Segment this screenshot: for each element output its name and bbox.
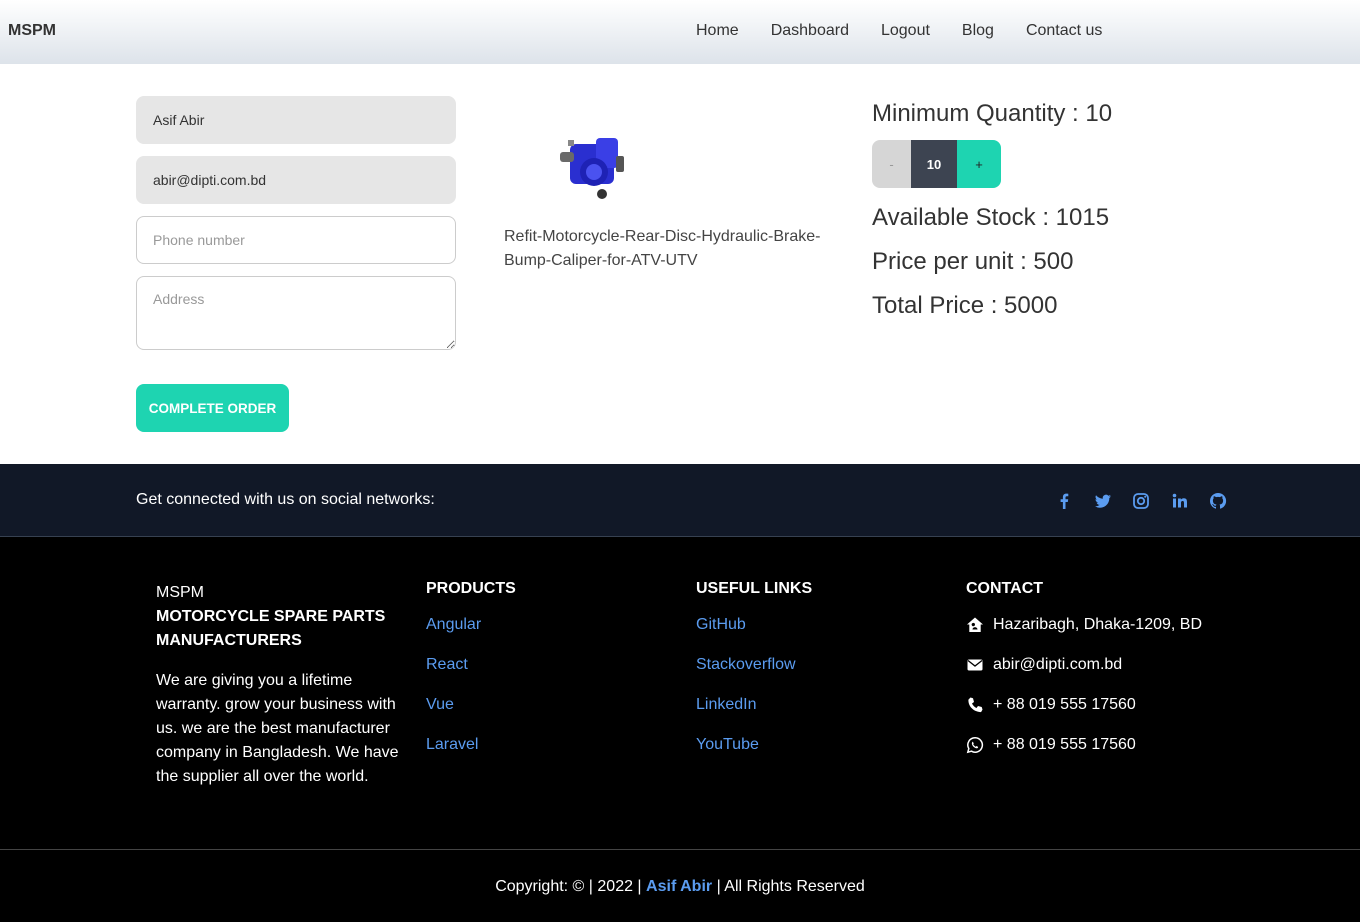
contact-whatsapp-text: + 88 019 555 17560 <box>993 736 1136 753</box>
footer-brand-column: MSPM MOTORCYCLE SPARE PARTS MANUFACTURER… <box>156 581 401 789</box>
footer-useful-links-column: USEFUL LINKS GitHub Stackoverflow Linked… <box>696 581 812 773</box>
product-name: Refit-Motorcycle-Rear-Disc-Hydraulic-Bra… <box>504 228 821 269</box>
quantity-stepper: - 10 + <box>872 140 1001 188</box>
email-field[interactable] <box>136 156 456 204</box>
phone-icon <box>966 696 984 714</box>
footer-useful-links-heading: USEFUL LINKS <box>696 580 813 597</box>
contact-address: Hazaribagh, Dhaka-1209, BD <box>966 613 1202 637</box>
increase-quantity-button[interactable]: + <box>957 140 1001 188</box>
minimum-quantity-text: Minimum Quantity : 10 <box>872 100 1113 127</box>
footer-link-linkedin[interactable]: LinkedIn <box>696 693 812 717</box>
footer-products-column: PRODUCTS Angular React Vue Laravel <box>426 581 516 773</box>
phone-field[interactable] <box>136 216 456 264</box>
footer-link-youtube[interactable]: YouTube <box>696 733 812 757</box>
footer-link-laravel[interactable]: Laravel <box>426 733 516 757</box>
brake-caliper-image <box>556 130 628 204</box>
copyright-author-link[interactable]: Asif Abir <box>646 878 712 895</box>
facebook-icon[interactable] <box>1054 491 1074 511</box>
contact-email: abir@dipti.com.bd <box>966 653 1202 677</box>
contact-address-text: Hazaribagh, Dhaka-1209, BD <box>993 616 1203 633</box>
nav-links: Home Dashboard Logout Blog Contact us <box>680 22 1118 40</box>
social-bar: Get connected with us on social networks… <box>0 464 1360 537</box>
navbar: MSPM Home Dashboard Logout Blog Contact … <box>0 0 1360 64</box>
complete-order-button[interactable]: COMPLETE ORDER <box>136 384 289 432</box>
footer-link-angular[interactable]: Angular <box>426 613 516 637</box>
footer-brand-name: MSPM <box>156 584 204 601</box>
contact-email-text: abir@dipti.com.bd <box>993 656 1123 673</box>
footer: MSPM MOTORCYCLE SPARE PARTS MANUFACTURER… <box>0 537 1360 922</box>
home-icon <box>966 616 984 634</box>
quantity-value: 10 <box>911 140 957 188</box>
total-price-text: Total Price : 5000 <box>872 292 1058 319</box>
nav-dashboard-link[interactable]: Dashboard <box>771 22 849 40</box>
footer-link-stackoverflow[interactable]: Stackoverflow <box>696 653 812 677</box>
contact-phone-text: + 88 019 555 17560 <box>993 696 1136 713</box>
footer-brand-description: We are giving you a lifetime warranty. g… <box>156 672 399 785</box>
copyright: Copyright: © | 2022 | Asif Abir | All Ri… <box>0 878 1360 896</box>
nav-home-link[interactable]: Home <box>696 22 739 40</box>
github-icon[interactable] <box>1208 491 1228 511</box>
footer-brand-tagline: MOTORCYCLE SPARE PARTS MANUFACTURERS <box>156 608 386 649</box>
envelope-icon <box>966 656 984 674</box>
footer-contact-heading: CONTACT <box>966 580 1044 597</box>
copyright-suffix: | All Rights Reserved <box>716 878 865 895</box>
instagram-icon[interactable] <box>1131 491 1151 511</box>
available-stock-text: Available Stock : 1015 <box>872 204 1110 231</box>
contact-phone: + 88 019 555 17560 <box>966 693 1202 717</box>
nav-logout-link[interactable]: Logout <box>881 22 930 40</box>
footer-contact-column: CONTACT Hazaribagh, Dhaka-1209, BD abir@… <box>966 581 1202 773</box>
copyright-prefix: Copyright: © | 2022 | <box>495 878 642 895</box>
linkedin-icon[interactable] <box>1170 491 1190 511</box>
name-field[interactable] <box>136 96 456 144</box>
decrease-quantity-button[interactable]: - <box>872 140 911 188</box>
brand-logo[interactable]: MSPM <box>8 22 56 40</box>
social-text: Get connected with us on social networks… <box>136 491 435 508</box>
whatsapp-icon <box>966 736 984 754</box>
nav-blog-link[interactable]: Blog <box>962 22 994 40</box>
footer-products-heading: PRODUCTS <box>426 580 516 597</box>
social-icons <box>1054 491 1247 511</box>
price-per-unit-text: Price per unit : 500 <box>872 248 1074 275</box>
footer-link-react[interactable]: React <box>426 653 516 677</box>
nav-contact-link[interactable]: Contact us <box>1026 22 1102 40</box>
footer-link-vue[interactable]: Vue <box>426 693 516 717</box>
twitter-icon[interactable] <box>1093 491 1113 511</box>
footer-link-github[interactable]: GitHub <box>696 613 812 637</box>
contact-whatsapp: + 88 019 555 17560 <box>966 733 1202 757</box>
footer-divider <box>0 849 1360 850</box>
address-field[interactable] <box>136 276 456 350</box>
